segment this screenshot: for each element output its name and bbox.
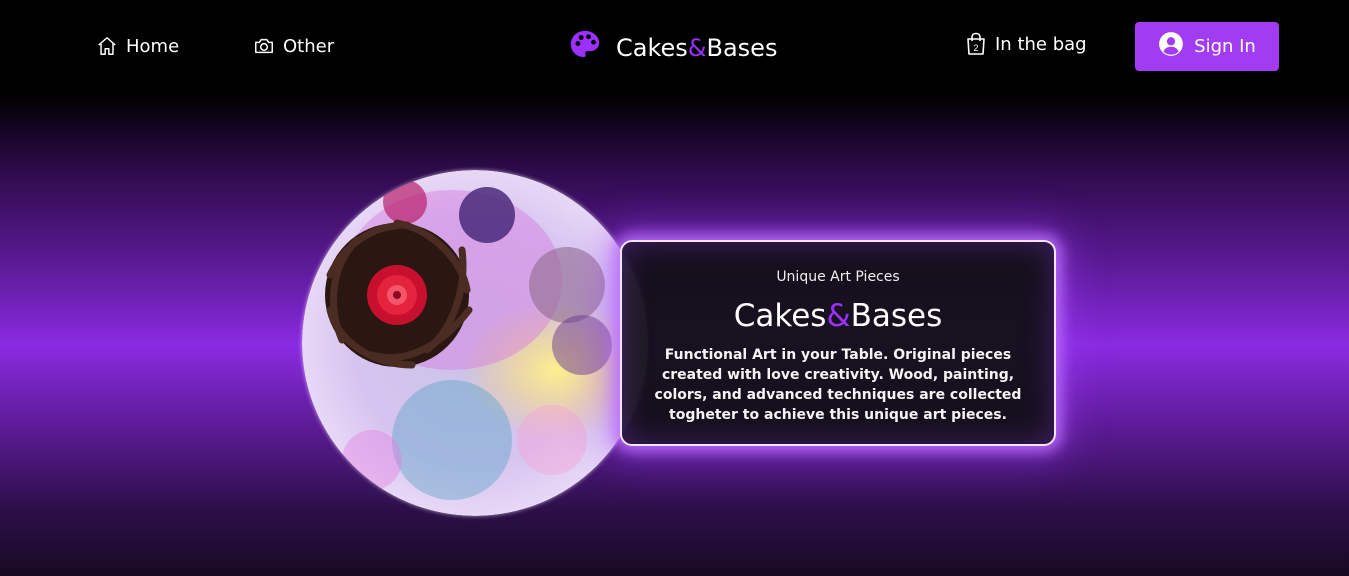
nav-bag-label: In the bag bbox=[995, 33, 1087, 55]
hero-kicker: Unique Art Pieces bbox=[776, 269, 900, 285]
nav-other-link[interactable]: Other bbox=[253, 33, 334, 59]
hero-title-part2: Bases bbox=[850, 298, 943, 334]
brand-name: Cakes&Bases bbox=[616, 34, 777, 62]
brand-part1: Cakes bbox=[616, 34, 688, 62]
sign-in-label: Sign In bbox=[1194, 36, 1256, 57]
hero-title: Cakes&Bases bbox=[622, 298, 1054, 334]
hero-title-amp: & bbox=[826, 298, 851, 334]
nav-home-link[interactable]: Home bbox=[96, 33, 179, 59]
hero-description: Functional Art in your Table. Original p… bbox=[654, 347, 1022, 423]
nav-other-label: Other bbox=[283, 35, 335, 57]
brand-logo[interactable]: Cakes&Bases bbox=[568, 28, 777, 68]
palette-icon bbox=[568, 28, 602, 68]
nav-bag-link[interactable]: 2 In the bag bbox=[965, 31, 1087, 57]
home-icon bbox=[96, 35, 118, 57]
camera-icon bbox=[253, 35, 275, 57]
brand-amp: & bbox=[687, 34, 707, 62]
hero-info-card: Unique Art Pieces Cakes&Bases Functional… bbox=[620, 240, 1056, 446]
sign-in-button[interactable]: Sign In bbox=[1135, 22, 1279, 71]
cake-plate-image bbox=[302, 170, 648, 516]
bag-count: 2 bbox=[973, 43, 978, 53]
nav-home-label: Home bbox=[126, 35, 180, 57]
brand-part2: Bases bbox=[706, 34, 778, 62]
hero-title-part1: Cakes bbox=[733, 298, 827, 334]
top-navigation: Home Other Cakes&Bases 2 In the bag Sign… bbox=[0, 0, 1349, 96]
shopping-bag-icon: 2 bbox=[965, 32, 987, 56]
user-circle-icon bbox=[1158, 31, 1184, 62]
